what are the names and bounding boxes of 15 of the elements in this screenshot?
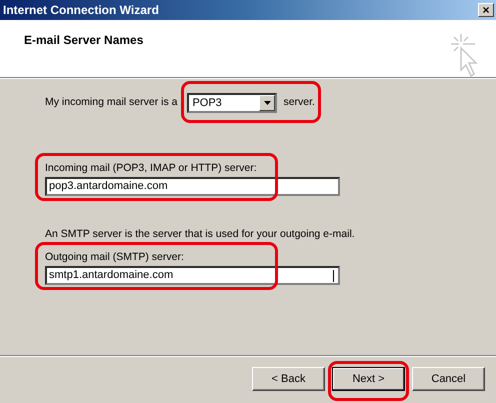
wizard-button[interactable]: Cancel <box>412 367 485 391</box>
info-text: An SMTP server is the server that is used for your outgoing e-mail. <box>45 227 356 242</box>
page-title: E-mail Server Names <box>24 32 144 45</box>
wizard-button[interactable]: Next > <box>332 367 405 391</box>
server-suffix-text: server. <box>283 95 315 110</box>
server-type-dropdown[interactable]: POP3 <box>187 93 278 113</box>
field-label: Outgoing mail (SMTP) server: <box>45 250 185 265</box>
field-label: Incoming mail (POP3, IMAP or HTTP) server: <box>45 161 258 176</box>
text-cursor-icon <box>333 270 334 282</box>
input-field[interactable]: smtp1.antardomaine.com <box>45 266 340 285</box>
window-title: Internet Connection Wizard <box>3 2 159 19</box>
wizard-button[interactable]: < Back <box>252 367 325 391</box>
input-field[interactable]: pop3.antardomaine.com <box>45 177 340 196</box>
server-type-text: My incoming mail server is a <box>45 95 178 110</box>
close-button[interactable]: × <box>478 3 494 17</box>
